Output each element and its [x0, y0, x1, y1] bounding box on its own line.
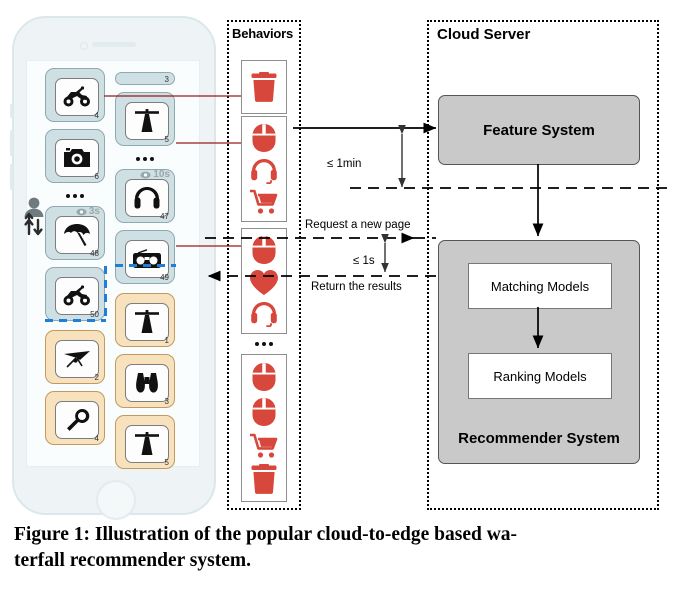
cart-icon	[250, 189, 278, 214]
card-index: 3	[164, 397, 169, 406]
feed-card[interactable]: 3	[115, 72, 175, 85]
feed-column-right[interactable]: 3 5 10s 47 49 1 3 5	[115, 72, 175, 476]
latency-request-label: ≤ 1s	[353, 255, 375, 267]
caption-line-1: Figure 1: Illustration of the popular cl…	[14, 524, 518, 545]
return-results-label: Return the results	[311, 281, 402, 293]
feed-card[interactable]: 4	[45, 68, 105, 122]
recommender-system-label: Recommender System	[458, 430, 620, 447]
feed-card[interactable]: 3s 48	[45, 206, 105, 260]
lighthouse-icon	[125, 303, 169, 341]
card-index: 5	[164, 458, 169, 467]
user-scroll-icon	[21, 196, 47, 240]
phone-volume-down	[10, 164, 13, 190]
figure-caption: Figure 1: Illustration of the popular cl…	[14, 522, 662, 574]
feature-system-box[interactable]: Feature System	[438, 95, 640, 165]
feed-card[interactable]: 2	[45, 330, 105, 384]
mouse-icon	[252, 236, 276, 265]
feed-card[interactable]: 4	[45, 391, 105, 445]
feed-card[interactable]: 49	[115, 230, 175, 284]
headset-icon	[251, 301, 277, 327]
feed-ellipsis	[115, 153, 175, 165]
feed-card[interactable]: 10s 47	[115, 169, 175, 223]
behavior-group-3[interactable]	[241, 228, 287, 334]
mouse-icon	[252, 124, 276, 153]
lighthouse-icon	[125, 425, 169, 463]
atv-icon	[55, 78, 99, 116]
feed-card[interactable]: 6	[45, 129, 105, 183]
card-index: 4	[94, 434, 99, 443]
behavior-group-4[interactable]	[241, 354, 287, 502]
behaviors-title: Behaviors	[232, 26, 294, 41]
request-page-label: Request a new page	[305, 219, 411, 231]
hangglider-icon	[55, 340, 99, 378]
card-index: 5	[164, 135, 169, 144]
cart-icon	[250, 433, 278, 458]
phone-home-button[interactable]	[96, 480, 136, 520]
card-index: 50	[90, 310, 99, 319]
feed-column-left[interactable]: 4 6 3s 48 50 2 4	[45, 68, 105, 452]
phone-mute-switch	[10, 104, 13, 118]
headphone-icon	[251, 158, 277, 184]
cloud-server-title: Cloud Server	[437, 26, 531, 43]
binoculars-icon	[125, 364, 169, 402]
behavior-group-2[interactable]	[241, 116, 287, 222]
page-cut-marker-right	[115, 264, 176, 267]
phone-volume-up	[10, 130, 13, 156]
mouse-icon	[252, 362, 276, 391]
phone-frame	[10, 16, 216, 520]
feed-card[interactable]: 1	[115, 293, 175, 347]
recommender-system-box[interactable]: Matching Models Ranking Models Recommend…	[438, 240, 640, 464]
page-cut-marker-vertical	[104, 266, 107, 320]
card-index: 1	[164, 336, 169, 345]
phone-camera-icon	[80, 42, 88, 50]
caption-line-2: terfall recommender system.	[14, 550, 251, 571]
card-index: 6	[94, 172, 99, 181]
feed-card[interactable]: 3	[115, 354, 175, 408]
eye-icon	[76, 208, 87, 215]
wrench-icon	[55, 401, 99, 439]
matching-models-box[interactable]: Matching Models	[468, 263, 612, 309]
latency-upload-label: ≤ 1min	[327, 158, 362, 170]
figure-canvas: 4 6 3s 48 50 2 4 3 5 10s 47 49 1 3 5 Beh…	[0, 0, 673, 593]
behaviors-ellipsis	[241, 338, 287, 350]
view-duration-badge: 10s	[140, 169, 170, 180]
mouse-icon	[252, 398, 276, 427]
heart-icon	[250, 270, 278, 296]
trash-icon	[251, 464, 277, 495]
eye-icon	[140, 171, 151, 178]
feed-ellipsis	[45, 190, 105, 202]
lighthouse-icon	[125, 102, 169, 140]
feed-card[interactable]: 50	[45, 267, 105, 321]
card-index: 48	[90, 249, 99, 258]
view-duration-badge: 3s	[76, 206, 100, 217]
card-index: 47	[160, 212, 169, 221]
page-cut-marker-left	[45, 319, 106, 322]
camera-icon	[55, 139, 99, 177]
trash-icon	[251, 72, 277, 102]
card-index: 49	[160, 273, 169, 282]
behavior-group-1[interactable]	[241, 60, 287, 114]
card-index: 4	[94, 111, 99, 120]
phone-speaker	[92, 42, 136, 47]
ranking-models-box[interactable]: Ranking Models	[468, 353, 612, 399]
feed-card[interactable]: 5	[115, 415, 175, 469]
card-index: 3	[164, 75, 169, 84]
card-index: 2	[94, 373, 99, 382]
feed-card[interactable]: 5	[115, 92, 175, 146]
